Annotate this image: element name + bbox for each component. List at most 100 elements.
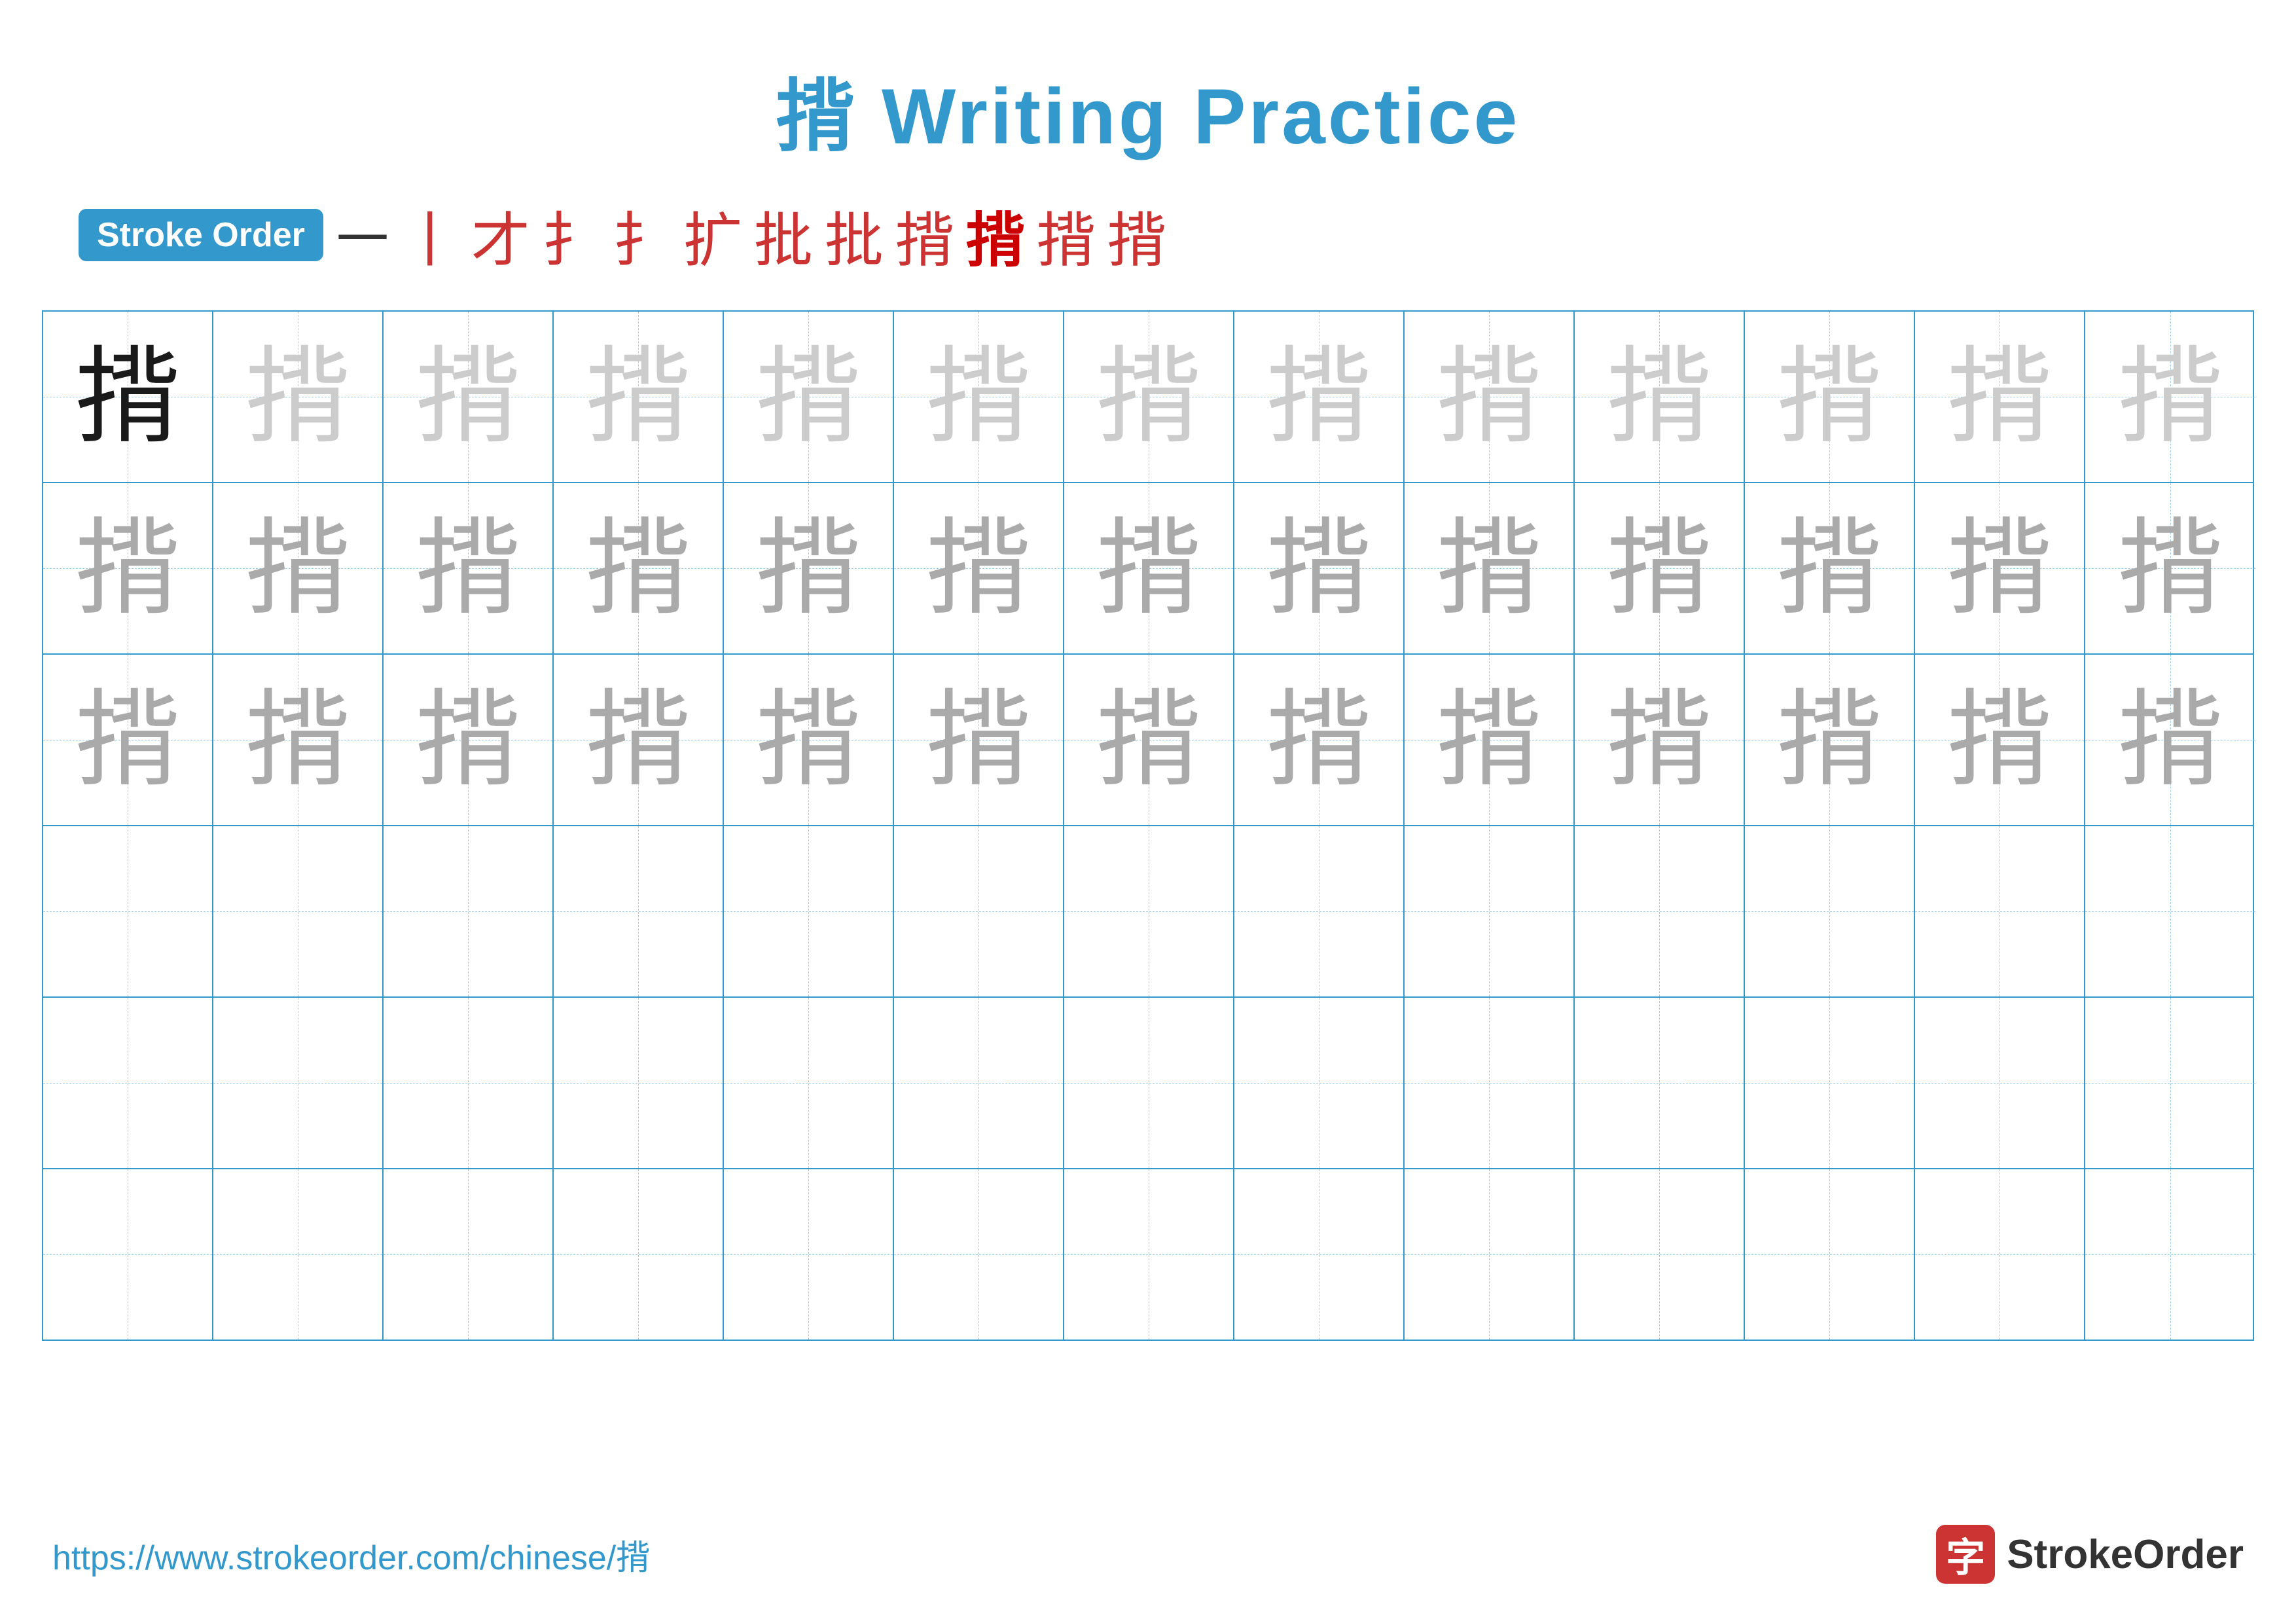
grid-cell[interactable] — [894, 826, 1064, 996]
grid-cell[interactable]: 揹 — [43, 312, 213, 482]
grid-cell[interactable]: 揹 — [1745, 483, 1915, 653]
stroke-1: 一 — [336, 197, 389, 273]
grid-cell[interactable]: 揹 — [1915, 483, 2085, 653]
grid-cell[interactable]: 揹 — [1575, 312, 1745, 482]
grid-cell[interactable] — [2085, 998, 2255, 1168]
grid-cell[interactable]: 揹 — [384, 655, 554, 825]
page-container: 揹 Writing Practice Stroke Order 一 丨 才 扌 … — [0, 0, 2296, 1623]
grid-cell[interactable] — [213, 1169, 384, 1340]
grid-cell[interactable] — [213, 998, 384, 1168]
char-display: 揹 — [1947, 516, 2052, 621]
grid-cell[interactable]: 揹 — [1745, 655, 1915, 825]
grid-cell[interactable]: 揹 — [554, 312, 724, 482]
footer-url: https://www.strokeorder.com/chinese/揹 — [52, 1530, 650, 1579]
char-display: 揹 — [245, 687, 350, 792]
grid-cell[interactable]: 揹 — [2085, 655, 2255, 825]
grid-cell[interactable] — [724, 998, 894, 1168]
char-display: 揹 — [1777, 516, 1882, 621]
grid-cell[interactable]: 揹 — [894, 483, 1064, 653]
grid-row-1: 揹 揹 揹 揹 揹 揹 揹 揹 揹 — [43, 312, 2253, 483]
char-display: 揹 — [1096, 344, 1201, 449]
grid-cell[interactable]: 揹 — [213, 483, 384, 653]
grid-cell[interactable]: 揹 — [1064, 655, 1234, 825]
grid-cell[interactable] — [1915, 998, 2085, 1168]
char-display: 揹 — [1096, 516, 1201, 621]
grid-cell[interactable] — [1745, 826, 1915, 996]
grid-cell[interactable]: 揹 — [1405, 483, 1575, 653]
grid-cell[interactable] — [1915, 826, 2085, 996]
char-display: 揹 — [245, 344, 350, 449]
char-display: 揹 — [1947, 344, 2052, 449]
grid-cell[interactable] — [213, 826, 384, 996]
grid-cell[interactable] — [2085, 1169, 2255, 1340]
char-display: 揹 — [1266, 687, 1371, 792]
grid-cell[interactable] — [1575, 826, 1745, 996]
grid-cell[interactable]: 揹 — [1234, 312, 1405, 482]
grid-cell[interactable]: 揹 — [43, 655, 213, 825]
grid-cell[interactable] — [554, 998, 724, 1168]
grid-cell[interactable] — [1064, 998, 1234, 1168]
grid-cell[interactable]: 揹 — [724, 312, 894, 482]
grid-cell[interactable]: 揹 — [1405, 312, 1575, 482]
grid-cell[interactable] — [1745, 998, 1915, 1168]
grid-cell[interactable] — [1405, 826, 1575, 996]
grid-cell[interactable]: 揹 — [213, 655, 384, 825]
grid-cell[interactable] — [894, 1169, 1064, 1340]
grid-cell[interactable] — [43, 826, 213, 996]
grid-cell[interactable] — [1405, 998, 1575, 1168]
grid-cell[interactable] — [1064, 1169, 1234, 1340]
grid-cell[interactable]: 揹 — [1234, 655, 1405, 825]
grid-cell[interactable]: 揹 — [213, 312, 384, 482]
grid-cell[interactable]: 揹 — [2085, 483, 2255, 653]
char-display: 揹 — [1777, 344, 1882, 449]
stroke-2: 丨 — [401, 192, 459, 278]
grid-cell[interactable] — [554, 826, 724, 996]
grid-cell[interactable]: 揹 — [1915, 655, 2085, 825]
stroke-7: 批 — [754, 192, 813, 278]
char-display: 揹 — [75, 687, 180, 792]
stroke-6: 扩 — [683, 192, 742, 278]
grid-cell[interactable]: 揹 — [1915, 312, 2085, 482]
grid-cell[interactable] — [43, 1169, 213, 1340]
grid-cell[interactable] — [1234, 1169, 1405, 1340]
char-display: 揹 — [1437, 344, 1541, 449]
grid-cell[interactable]: 揹 — [384, 312, 554, 482]
grid-cell[interactable] — [1064, 826, 1234, 996]
grid-cell[interactable] — [1234, 826, 1405, 996]
grid-cell[interactable] — [1915, 1169, 2085, 1340]
grid-cell[interactable]: 揹 — [894, 312, 1064, 482]
grid-cell[interactable] — [554, 1169, 724, 1340]
grid-cell[interactable]: 揹 — [554, 655, 724, 825]
grid-cell[interactable] — [43, 998, 213, 1168]
grid-cell[interactable] — [384, 826, 554, 996]
grid-cell[interactable]: 揹 — [554, 483, 724, 653]
grid-cell[interactable]: 揹 — [724, 655, 894, 825]
grid-cell[interactable] — [724, 826, 894, 996]
grid-cell[interactable]: 揹 — [1234, 483, 1405, 653]
grid-cell[interactable] — [1234, 998, 1405, 1168]
grid-cell[interactable] — [1575, 1169, 1745, 1340]
grid-cell[interactable]: 揹 — [384, 483, 554, 653]
grid-cell[interactable]: 揹 — [1064, 483, 1234, 653]
grid-cell[interactable]: 揹 — [1575, 655, 1745, 825]
grid-cell[interactable] — [384, 998, 554, 1168]
grid-cell[interactable] — [384, 1169, 554, 1340]
grid-cell[interactable]: 揹 — [2085, 312, 2255, 482]
grid-cell[interactable]: 揹 — [43, 483, 213, 653]
grid-cell[interactable]: 揹 — [1745, 312, 1915, 482]
grid-cell[interactable] — [2085, 826, 2255, 996]
grid-cell[interactable]: 揹 — [1064, 312, 1234, 482]
grid-cell[interactable]: 揹 — [894, 655, 1064, 825]
char-display: 揹 — [416, 516, 520, 621]
grid-cell[interactable] — [1405, 1169, 1575, 1340]
grid-cell[interactable] — [1745, 1169, 1915, 1340]
grid-cell[interactable] — [894, 998, 1064, 1168]
char-display: 揹 — [75, 344, 180, 449]
grid-cell[interactable]: 揹 — [1575, 483, 1745, 653]
char-display: 揹 — [2118, 344, 2223, 449]
grid-row-5 — [43, 998, 2253, 1169]
grid-cell[interactable] — [1575, 998, 1745, 1168]
grid-cell[interactable]: 揹 — [724, 483, 894, 653]
grid-cell[interactable] — [724, 1169, 894, 1340]
grid-cell[interactable]: 揹 — [1405, 655, 1575, 825]
